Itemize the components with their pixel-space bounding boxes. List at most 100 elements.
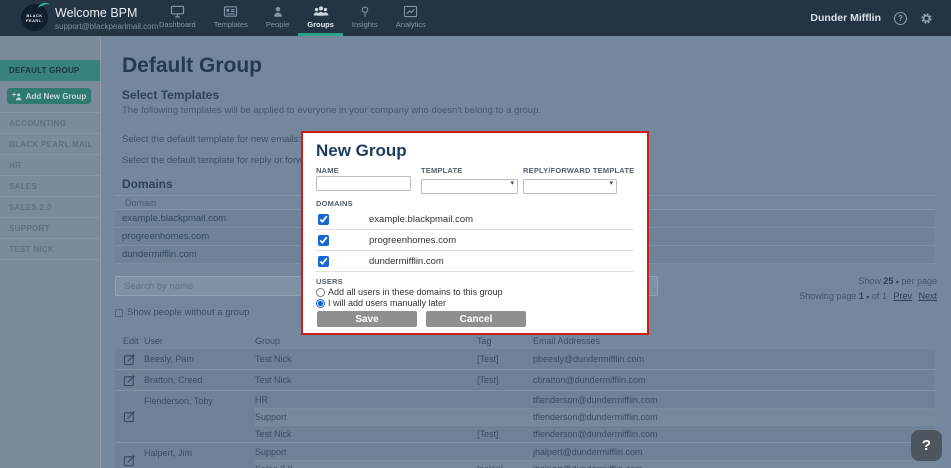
group-cell: Sales 2.0: [255, 464, 477, 468]
radio-add-all-users-input[interactable]: [316, 287, 325, 297]
nav-item-people[interactable]: People: [257, 0, 298, 36]
group-cell: HR: [255, 394, 268, 405]
help-fab-button[interactable]: ?: [911, 430, 942, 461]
user-name: Bratton, Creed: [144, 375, 203, 385]
email-cell: tflenderson@dundermifflin.com: [533, 412, 658, 422]
help-circle-icon[interactable]: ?: [894, 11, 907, 25]
modal-domain-row: progreenhomes.com: [316, 230, 634, 251]
domain-checkbox[interactable]: [318, 255, 329, 267]
showing-page-label: Showing page: [799, 291, 857, 301]
page-number-value[interactable]: 1: [859, 291, 864, 301]
page-title: Default Group: [122, 54, 262, 77]
nav-item-dashboard[interactable]: Dashboard: [150, 0, 205, 36]
group-cell: Support: [255, 446, 287, 457]
logo-swoosh-icon: [37, 1, 51, 12]
templates-icon: [224, 5, 238, 17]
col-email: Email Addresses: [533, 336, 601, 346]
show-without-group-label: Show people without a group: [127, 307, 250, 318]
radio-add-all-users[interactable]: Add all users in these domains to this g…: [316, 287, 503, 297]
chevron-down-icon[interactable]: ▾: [896, 280, 899, 286]
tag-cell: [sales]: [477, 464, 533, 468]
sidebar-item-accounting[interactable]: ACCOUNTING: [0, 113, 100, 134]
insights-icon: [361, 6, 369, 16]
radio-add-all-users-label: Add all users in these domains to this g…: [328, 287, 503, 297]
nav-label: Analytics: [395, 19, 426, 29]
groups-icon: [313, 5, 328, 16]
nav-label: Groups: [307, 19, 334, 29]
add-new-group-button[interactable]: Add New Group: [7, 88, 91, 104]
col-tag: Tag: [477, 336, 492, 346]
top-header: BLACK PEARL. Welcome BPM support@blackpe…: [0, 0, 951, 36]
email-cell: cbratton@dundermifflin.com: [533, 375, 646, 385]
domain-checkbox[interactable]: [318, 213, 329, 225]
tag-cell: [Test]: [477, 354, 499, 364]
template-select[interactable]: [421, 178, 518, 194]
nav-item-insights[interactable]: Insights: [343, 0, 387, 36]
edit-icon[interactable]: [115, 391, 144, 442]
table-row: Halpert, Jim Support jhalpert@dundermiff…: [115, 443, 935, 468]
sidebar-item-sales-2[interactable]: SALES 2.0: [0, 197, 100, 218]
show-label: Show: [858, 276, 881, 286]
edit-icon[interactable]: [115, 349, 144, 369]
nav-item-templates[interactable]: Templates: [205, 0, 257, 36]
email-cell: tflenderson@dundermifflin.com: [533, 429, 658, 439]
user-name: Flenderson, Toby: [144, 396, 213, 406]
account-email: support@blackpearlmail.com: [55, 22, 159, 31]
name-label: NAME: [316, 166, 339, 175]
users-table-header: Edit User Group Tag Email Addresses: [115, 333, 935, 349]
save-button[interactable]: Save: [317, 311, 417, 327]
next-page-link[interactable]: Next: [918, 291, 937, 301]
domain-checkbox[interactable]: [318, 234, 329, 246]
sidebar-item-black-pearl-mail[interactable]: BLACK PEARL MAIL: [0, 134, 100, 155]
edit-icon[interactable]: [115, 370, 144, 390]
add-new-group-label: Add New Group: [25, 91, 87, 101]
modal-title: New Group: [316, 141, 407, 160]
sidebar-item-support[interactable]: SUPPORT: [0, 218, 100, 239]
cancel-button[interactable]: Cancel: [426, 311, 526, 327]
gear-icon[interactable]: [920, 12, 933, 25]
group-cell: Test Nick: [255, 375, 292, 385]
group-name-input[interactable]: [316, 176, 411, 191]
radio-add-manually-label: I will add users manually later: [328, 298, 447, 308]
show-without-group-checkbox[interactable]: [115, 308, 123, 317]
domain-name: progreenhomes.com: [369, 234, 457, 246]
user-name: Halpert, Jim: [144, 448, 193, 458]
welcome-title: Welcome BPM: [55, 6, 138, 20]
domains-heading: Domains: [122, 177, 173, 191]
nav-label: Templates: [213, 19, 248, 29]
email-cell: tflenderson@dundermifflin.com: [533, 394, 658, 405]
sidebar-item-test-nick[interactable]: TEST NICK: [0, 239, 100, 260]
tag-cell: [Test]: [477, 375, 499, 385]
users-label: USERS: [316, 277, 343, 286]
page-size-value[interactable]: 25: [883, 276, 893, 286]
radio-add-manually-input[interactable]: [316, 298, 325, 308]
table-row: Bratton, Creed Test Nick [Test] cbratton…: [115, 370, 935, 391]
reply-forward-template-select[interactable]: [523, 178, 617, 194]
sidebar-item-hr[interactable]: HR: [0, 155, 100, 176]
show-without-group-control[interactable]: Show people without a group: [115, 307, 250, 318]
user-name: Beesly, Pam: [144, 354, 194, 364]
brand-logo: BLACK PEARL.: [21, 1, 51, 31]
reply-forward-template-label: REPLY/FORWARD TEMPLATE: [523, 166, 635, 175]
modal-domain-row: example.blackpmail.com: [316, 209, 634, 230]
tag-cell: [Test]: [477, 429, 499, 439]
group-cell: Support: [255, 412, 287, 422]
add-user-icon: [11, 91, 22, 100]
group-cell: Test Nick: [255, 429, 292, 439]
people-icon: [273, 6, 282, 17]
group-cell: Test Nick: [255, 354, 292, 364]
edit-icon[interactable]: [115, 443, 144, 468]
new-email-template-label: Select the default template for new emai…: [122, 134, 302, 145]
prev-page-link[interactable]: Prev: [893, 291, 912, 301]
template-label: TEMPLATE: [421, 166, 463, 175]
chevron-down-icon[interactable]: ▾: [866, 295, 869, 301]
nav-item-analytics[interactable]: Analytics: [387, 0, 435, 36]
main-nav: Dashboard Templates People Groups Insigh…: [150, 0, 435, 36]
sidebar-item-sales[interactable]: SALES: [0, 176, 100, 197]
analytics-icon: [404, 5, 418, 17]
radio-add-manually[interactable]: I will add users manually later: [316, 298, 446, 308]
nav-item-groups[interactable]: Groups: [298, 0, 343, 36]
account-name[interactable]: Dunder Mifflin: [810, 12, 881, 24]
sidebar-item-default-group[interactable]: DEFAULT GROUP: [0, 60, 100, 81]
groups-sidebar: DEFAULT GROUP Add New Group ACCOUNTING B…: [0, 36, 101, 468]
